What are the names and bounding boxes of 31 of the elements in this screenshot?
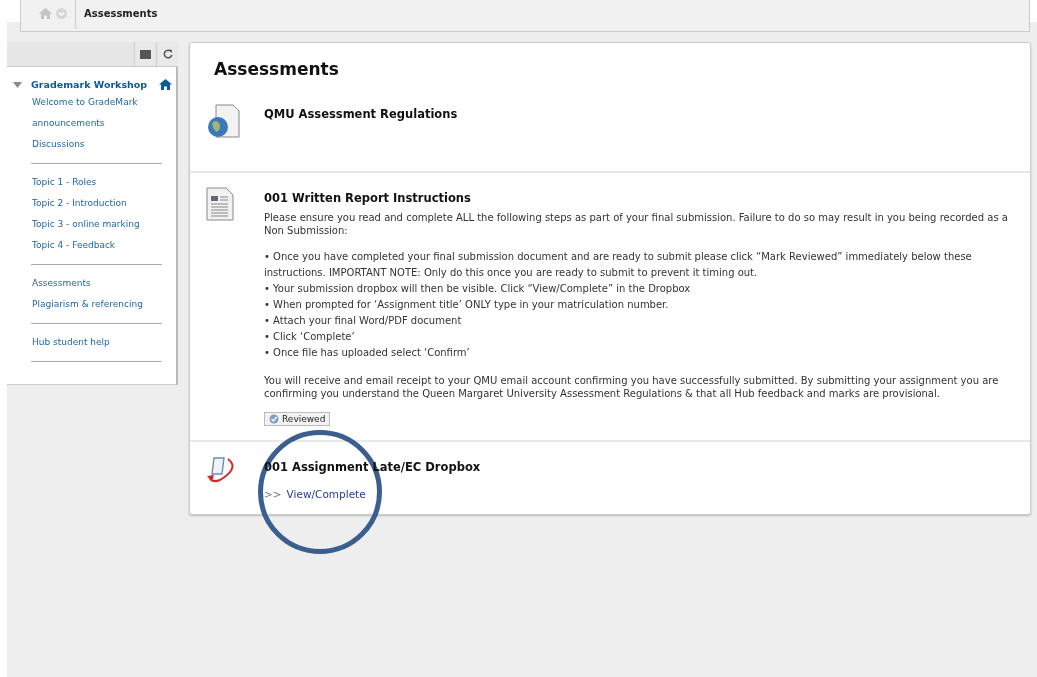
sidebar-link[interactable]: Assessments — [31, 273, 162, 294]
instruction-step: • Click ‘Complete’ — [264, 329, 1009, 345]
link-prefix: >> — [264, 488, 282, 500]
instructions-intro: Please ensure you read and complete ALL the following steps as part of your final submission. Failure to do so may result in you being recorded as a Non Submission: — [264, 211, 1009, 237]
sidebar-link[interactable]: Discussions — [31, 134, 162, 155]
view-complete-link[interactable]: View/Complete — [286, 488, 366, 500]
sidebar-link[interactable]: Plagiarism & referencing — [31, 294, 162, 315]
home-icon[interactable] — [159, 79, 172, 90]
globe-document-icon — [206, 103, 242, 139]
sidebar-link[interactable]: Topic 2 - Introduction — [31, 193, 162, 214]
instruction-step: • Once you have completed your final submission document and are ready to submit please click “Mark Reviewed” immediately below these instructions. IMPORTANT NOTE: Only do this once you are ready to submit to prevent it timing out. — [264, 249, 1009, 281]
breadcrumb-current: Assessments — [75, 0, 158, 29]
instruction-step: • When prompted for ‘Assignment title’ ONLY type in your matriculation number. — [264, 297, 1009, 313]
reviewed-button[interactable]: Reviewed — [264, 412, 331, 426]
document-icon — [206, 187, 234, 221]
instructions-closing: You will receive and email receipt to your QMU email account confirming you have successfully submitted. By submitting your assignment you are confirming you understand the Queen Margaret University Assessment Regulations & that all Hub feedback and marks are provisional. — [264, 374, 1000, 400]
item-title[interactable]: QMU Assessment Regulations — [264, 107, 1009, 121]
sidebar-link[interactable]: announcements — [31, 113, 162, 134]
sidebar-link[interactable]: Topic 3 - online marking — [31, 214, 162, 235]
item-title[interactable]: 001 Written Report Instructions — [264, 191, 1009, 205]
instruction-step: • Your submission dropbox will then be visible. Click “View/Complete” in the Dropbox — [264, 281, 1009, 297]
sidebar-link[interactable]: Topic 4 - Feedback — [31, 235, 162, 256]
instruction-step: • Attach your final Word/PDF document — [264, 313, 1009, 329]
page-heading: Assessments — [214, 59, 340, 79]
sidebar-link[interactable]: Welcome to GradeMark — [31, 92, 162, 113]
sidebar-link[interactable]: Hub student help — [31, 332, 162, 353]
caret-icon[interactable] — [13, 81, 22, 88]
instruction-step: • Once file has uploaded select ‘Confirm’ — [264, 345, 1009, 361]
check-icon — [269, 414, 279, 424]
sidebar-course-title[interactable]: Grademark Workshop — [31, 79, 159, 90]
sidebar-link[interactable]: Topic 1 - Roles — [31, 172, 162, 193]
